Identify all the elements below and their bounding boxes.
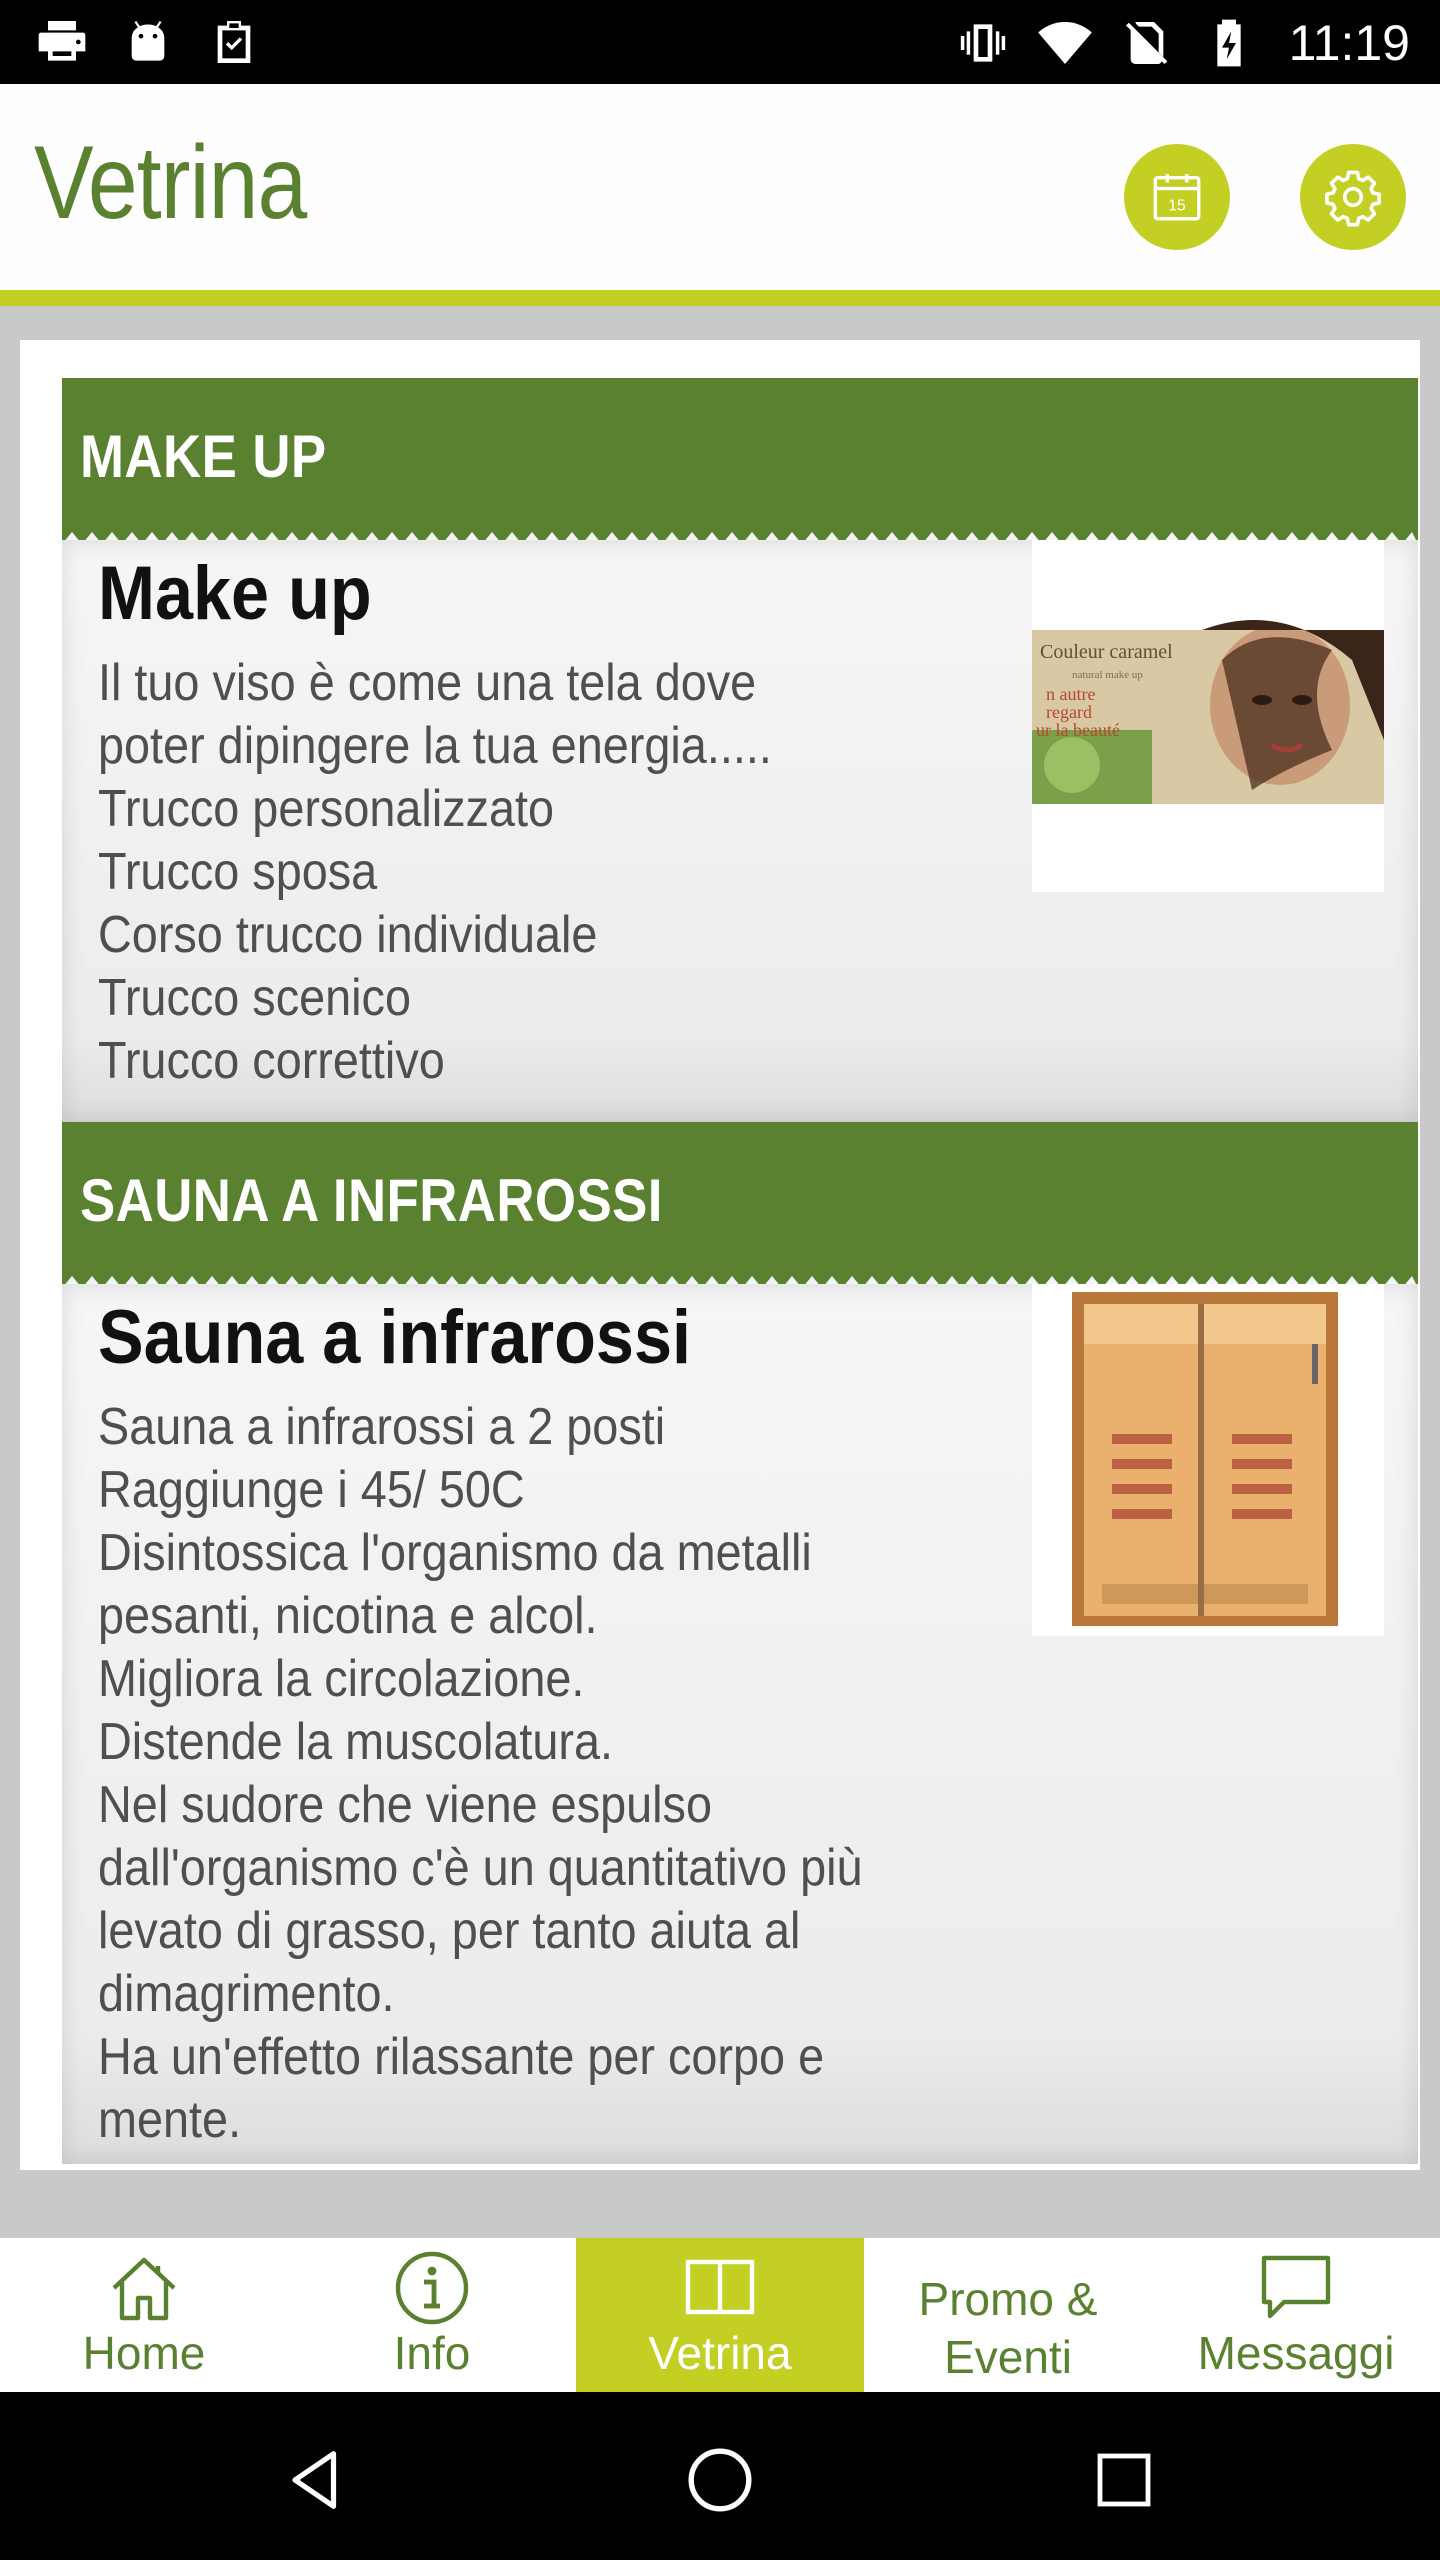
wifi-icon — [1037, 22, 1092, 64]
recents-icon — [1097, 2453, 1151, 2507]
item-description: Sauna a infrarossi a 2 posti Raggiunge i… — [98, 1396, 1098, 2152]
android-icon — [131, 21, 165, 61]
tab-label: Promo & Eventi — [918, 2273, 1098, 2383]
desc-line: Trucco personalizzato — [98, 780, 555, 838]
tab-promo-eventi[interactable]: Promo & Eventi — [864, 2238, 1152, 2392]
system-nav-bar — [0, 2392, 1440, 2560]
tab-info[interactable]: Info — [288, 2238, 576, 2392]
page-title: Vetrina — [34, 125, 307, 241]
tab-label: Info — [393, 2327, 471, 2379]
section-header-sauna: SAUNA A INFRAROSSI — [62, 1122, 1418, 1288]
clipboard-check-icon — [217, 21, 251, 63]
tab-label: Vetrina — [648, 2327, 792, 2379]
calendar-icon: 15 — [1153, 174, 1201, 221]
section-header-make-up: MAKE UP — [62, 378, 1418, 544]
tab-label: Home — [82, 2327, 206, 2379]
content-area[interactable]: MAKE UP Make up Il tuo viso è come una t… — [0, 306, 1440, 2238]
calendar-button[interactable]: 15 — [1124, 144, 1230, 250]
item-description: Il tuo viso è come una tela dove poter d… — [98, 652, 1098, 1093]
back-icon — [292, 2451, 337, 2509]
tab-messaggi[interactable]: Messaggi — [1152, 2238, 1440, 2392]
desc-line: Nel sudore che viene espulso — [98, 1776, 712, 1834]
desc-line: Trucco scenico — [98, 969, 411, 1027]
desc-line: Il tuo viso è come una tela dove — [98, 654, 757, 712]
desc-line: Migliora la circolazione. — [98, 1650, 585, 1708]
desc-line: poter dipingere la tua energia..... — [98, 717, 772, 775]
image-text: regard — [1046, 702, 1092, 722]
desc-line: Trucco correttivo — [98, 1032, 445, 1090]
battery-charging-icon — [1216, 19, 1241, 67]
info-icon — [395, 2251, 469, 2325]
clock: 11:19 — [1288, 15, 1410, 71]
desc-line: levato di grasso, per tanto aiuta al — [98, 1902, 801, 1960]
printer-icon — [38, 21, 86, 61]
gear-icon — [1325, 170, 1381, 227]
nav-home-button[interactable] — [670, 2430, 770, 2530]
item-title: Make up — [98, 551, 372, 636]
desc-line: Distende la muscolatura. — [98, 1713, 614, 1771]
sauna-image[interactable] — [1032, 1284, 1384, 1636]
desc-line: Raggiunge i 45/ 50C — [98, 1461, 525, 1519]
image-text: natural make up — [1072, 669, 1143, 681]
image-text: ur la beauté — [1036, 720, 1120, 740]
tab-home[interactable]: Home — [0, 2238, 288, 2392]
item-title: Sauna a infrarossi — [98, 1295, 692, 1380]
tab-label: Messaggi — [1197, 2327, 1395, 2379]
no-sim-icon — [1125, 22, 1167, 64]
content-frame: MAKE UP Make up Il tuo viso è come una t… — [20, 340, 1420, 2170]
vibrate-icon — [960, 24, 1005, 62]
desc-line: Ha un'effetto rilassante per corpo e — [98, 2028, 825, 2086]
desc-line: Trucco sposa — [98, 843, 378, 901]
nav-back-button[interactable] — [266, 2430, 366, 2530]
desc-line: dall'organismo c'è un quantitativo più — [98, 1839, 863, 1897]
desc-line: mente. — [98, 2091, 242, 2149]
header-divider — [0, 290, 1440, 306]
makeup-image[interactable]: Couleur caramel natural make up n autre … — [1032, 540, 1384, 892]
desc-line: Sauna a infrarossi a 2 posti — [98, 1398, 666, 1456]
section-card-make-up[interactable]: Make up Il tuo viso è come una tela dove… — [62, 540, 1418, 1122]
book-icon — [685, 2259, 755, 2315]
image-text: n autre — [1046, 684, 1095, 704]
desc-line: Disintossica l'organismo da metalli — [98, 1524, 812, 1582]
sauna-photo — [1072, 1292, 1338, 1626]
tab-vetrina[interactable]: Vetrina — [576, 2238, 864, 2392]
section-heading: SAUNA A INFRAROSSI — [80, 1167, 663, 1234]
desc-line: Corso trucco individuale — [98, 906, 598, 964]
calendar-day: 15 — [1168, 197, 1186, 214]
nav-recents-button[interactable] — [1074, 2430, 1174, 2530]
app-header: Vetrina 15 — [0, 84, 1440, 290]
home-circle-icon — [688, 2448, 752, 2512]
section-card-sauna[interactable]: Sauna a infrarossi Sauna a infrarossi a … — [62, 1284, 1418, 2164]
section-heading: MAKE UP — [80, 423, 327, 490]
bottom-tab-bar: Home Info Vetrina Promo & Eventi Messagg… — [0, 2238, 1440, 2392]
image-text: Couleur caramel — [1040, 641, 1173, 663]
settings-button[interactable] — [1300, 144, 1406, 250]
makeup-photo: Couleur caramel natural make up n autre … — [1032, 620, 1384, 804]
status-bar: 11:19 — [0, 0, 1440, 84]
message-icon — [1261, 2255, 1331, 2319]
home-icon — [112, 2257, 176, 2321]
desc-line: pesanti, nicotina e alcol. — [98, 1587, 598, 1645]
desc-line: dimagrimento. — [98, 1965, 395, 2023]
